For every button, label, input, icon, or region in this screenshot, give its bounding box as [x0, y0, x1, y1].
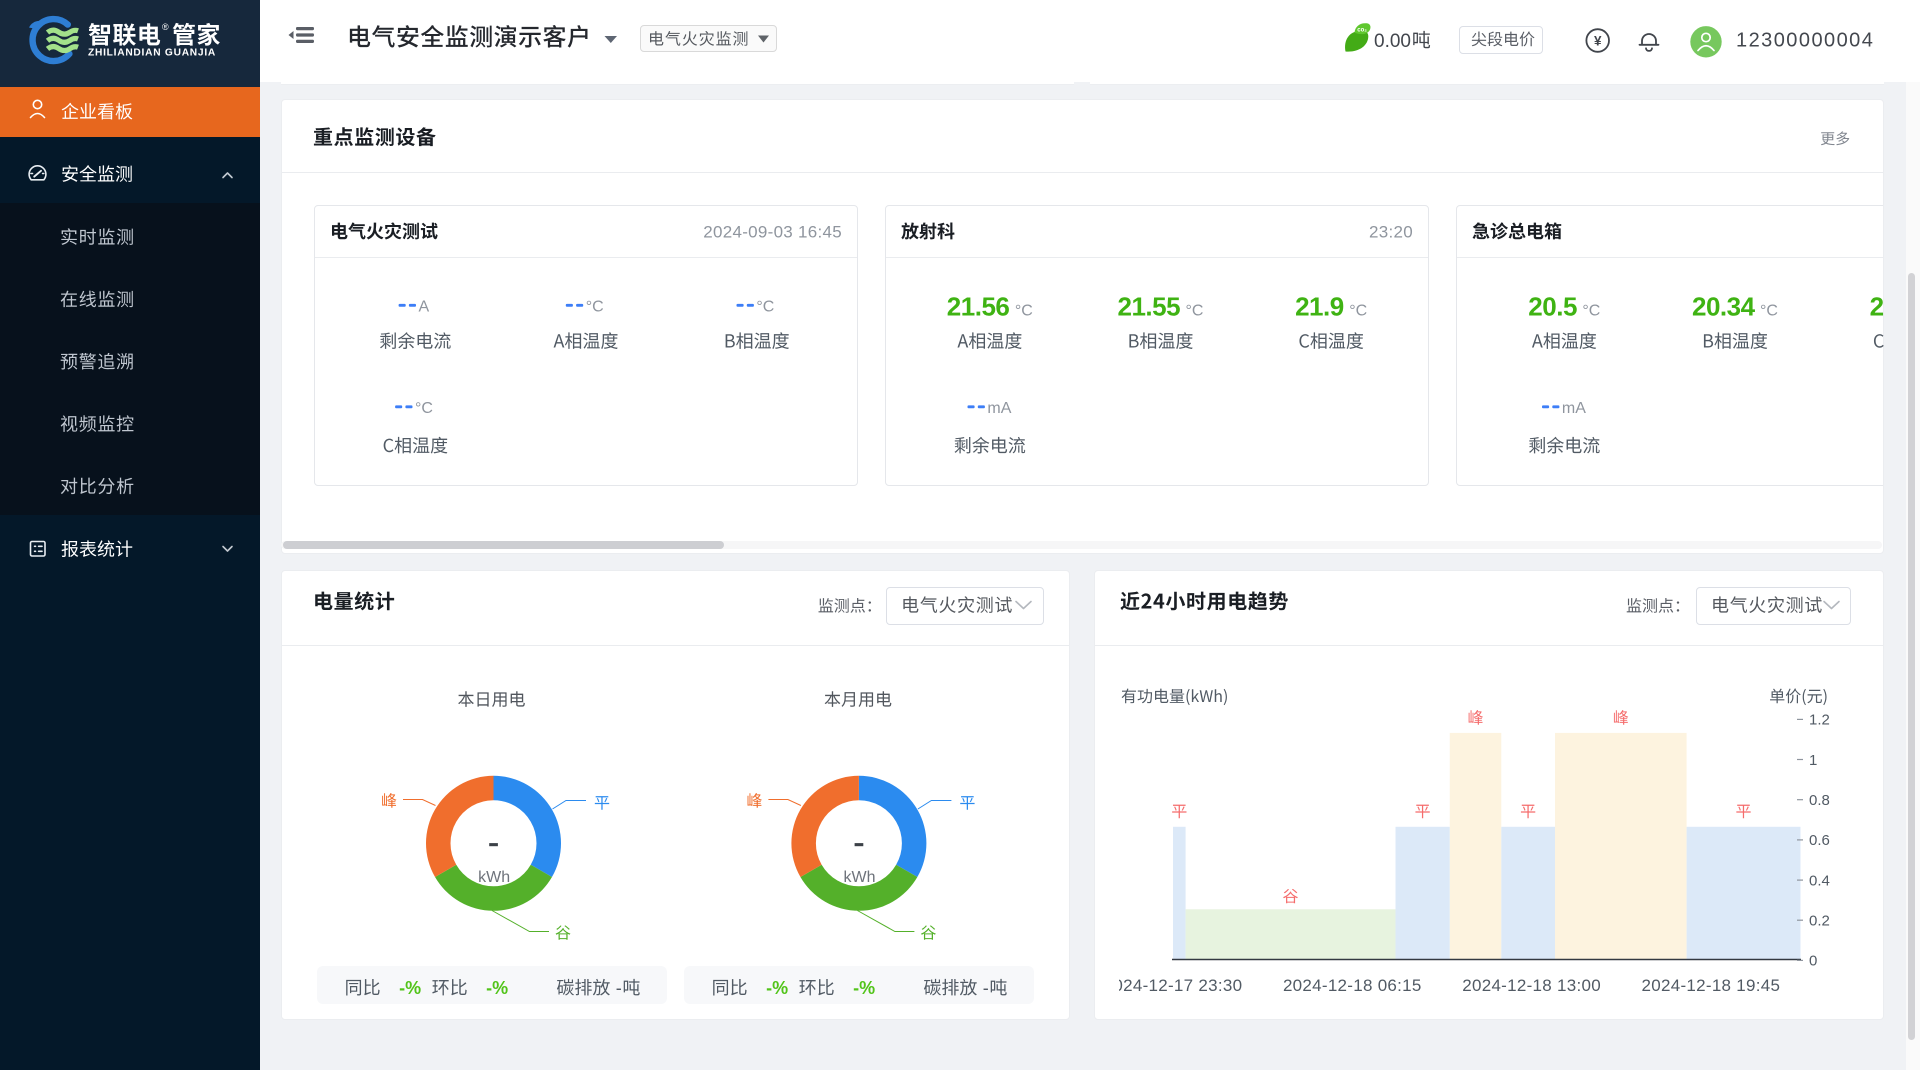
svg-text:A: A — [419, 299, 430, 316]
svg-text:°C: °C — [1186, 303, 1204, 320]
svg-text:kWh: kWh — [478, 869, 510, 886]
svg-text:mA: mA — [987, 400, 1011, 417]
svg-text:-: - — [616, 978, 622, 998]
svg-text:1.2: 1.2 — [1809, 712, 1830, 729]
svg-text:2024-09-03 16:45: 2024-09-03 16:45 — [703, 222, 842, 241]
svg-text:2024-12-18 19:45: 2024-12-18 19:45 — [1642, 976, 1781, 995]
svg-text:-%: -% — [399, 978, 421, 998]
svg-text:21.9: 21.9 — [1295, 292, 1344, 322]
svg-text:-%: -% — [853, 978, 875, 998]
svg-text:20.34: 20.34 — [1692, 292, 1756, 322]
svg-text:-%: -% — [486, 978, 508, 998]
svg-text:ZHILIANDIAN GUANJIA: ZHILIANDIAN GUANJIA — [88, 48, 216, 59]
svg-text:23:20: 23:20 — [1369, 222, 1413, 241]
svg-text:°C: °C — [1015, 303, 1033, 320]
svg-text:mA: mA — [1562, 400, 1586, 417]
svg-text:0.00: 0.00 — [1374, 31, 1411, 52]
svg-text:-%: -% — [766, 978, 788, 998]
svg-text:0.6: 0.6 — [1809, 832, 1830, 849]
svg-text:2024-12-18 13:00: 2024-12-18 13:00 — [1462, 976, 1601, 995]
svg-text:0: 0 — [1809, 953, 1817, 970]
svg-text:°C: °C — [586, 299, 604, 316]
svg-text:0.8: 0.8 — [1809, 792, 1830, 809]
svg-text:20.5: 20.5 — [1528, 292, 1577, 322]
svg-text:co₂: co₂ — [1357, 28, 1367, 34]
svg-text:°C: °C — [415, 400, 433, 417]
svg-text:¥: ¥ — [1594, 33, 1602, 48]
svg-text:°C: °C — [1582, 303, 1600, 320]
svg-text:0.4: 0.4 — [1809, 872, 1830, 889]
svg-text:0.2: 0.2 — [1809, 913, 1830, 930]
svg-text:°C: °C — [756, 299, 774, 316]
svg-text:°C: °C — [1349, 303, 1367, 320]
svg-text:12300000004: 12300000004 — [1736, 30, 1874, 52]
svg-text:2024-12-17 23:30: 2024-12-17 23:30 — [1104, 976, 1243, 995]
svg-text:°C: °C — [1760, 303, 1778, 320]
svg-text:-: - — [983, 978, 989, 998]
svg-text:21.56: 21.56 — [947, 292, 1010, 322]
svg-text:20.9: 20.9 — [1870, 292, 1919, 322]
svg-text:®: ® — [162, 22, 169, 32]
svg-text:kWh: kWh — [844, 869, 876, 886]
svg-text:1: 1 — [1809, 752, 1817, 769]
svg-text:2024-12-18 06:15: 2024-12-18 06:15 — [1283, 976, 1422, 995]
svg-text:21.55: 21.55 — [1118, 292, 1181, 322]
